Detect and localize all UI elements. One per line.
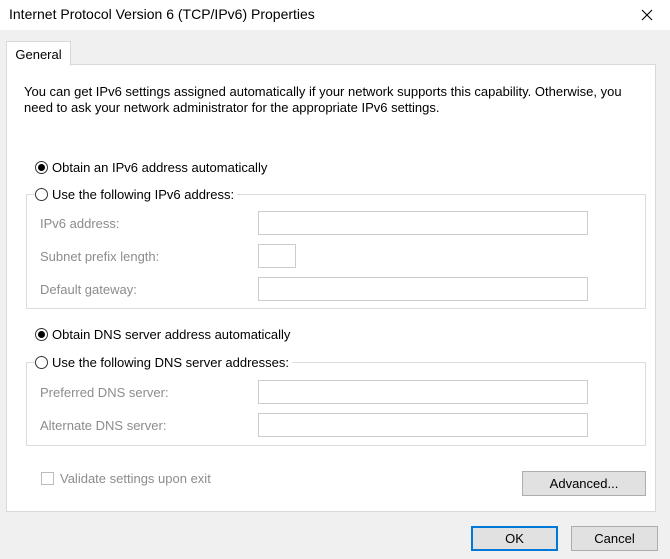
close-icon <box>641 9 653 21</box>
preferred-dns-label: Preferred DNS server: <box>40 385 169 400</box>
ipv6-address-label: IPv6 address: <box>40 216 120 231</box>
subnet-prefix-input[interactable] <box>258 244 296 268</box>
ipv6-manual-radio[interactable] <box>35 188 48 201</box>
advanced-button[interactable]: Advanced... <box>522 471 646 496</box>
alternate-dns-input[interactable] <box>258 413 588 437</box>
ipv6-auto-option[interactable]: Obtain an IPv6 address automatically <box>35 160 267 175</box>
title-bar: Internet Protocol Version 6 (TCP/IPv6) P… <box>0 0 670 30</box>
preferred-dns-input[interactable] <box>258 380 588 404</box>
ipv6-auto-radio[interactable] <box>35 161 48 174</box>
subnet-prefix-label: Subnet prefix length: <box>40 249 160 264</box>
description-text: You can get IPv6 settings assigned autom… <box>24 84 622 115</box>
tab-general-label: General <box>15 46 62 62</box>
dns-auto-radio[interactable] <box>35 328 48 341</box>
ipv6-auto-label: Obtain an IPv6 address automatically <box>52 160 268 175</box>
window-title: Internet Protocol Version 6 (TCP/IPv6) P… <box>9 6 315 22</box>
validate-option[interactable]: Validate settings upon exit <box>41 471 211 486</box>
alternate-dns-label: Alternate DNS server: <box>40 418 167 433</box>
ipv6-address-input[interactable] <box>258 211 588 235</box>
default-gateway-label: Default gateway: <box>40 282 137 297</box>
close-button[interactable] <box>624 0 670 30</box>
dns-manual-radio[interactable] <box>35 356 48 369</box>
ipv6-manual-label: Use the following IPv6 address: <box>52 187 235 202</box>
general-panel: You can get IPv6 settings assigned autom… <box>6 64 656 512</box>
dns-manual-label: Use the following DNS server addresses: <box>52 355 289 370</box>
dns-auto-option[interactable]: Obtain DNS server address automatically <box>35 327 290 342</box>
validate-label: Validate settings upon exit <box>60 471 211 486</box>
dns-auto-label: Obtain DNS server address automatically <box>52 327 291 342</box>
validate-checkbox[interactable] <box>41 472 54 485</box>
tab-general[interactable]: General <box>6 41 71 66</box>
cancel-button[interactable]: Cancel <box>571 526 658 551</box>
ipv6-manual-option[interactable]: Use the following IPv6 address: <box>35 187 238 202</box>
dns-manual-option[interactable]: Use the following DNS server addresses: <box>35 355 292 370</box>
default-gateway-input[interactable] <box>258 277 588 301</box>
ok-button[interactable]: OK <box>471 526 558 551</box>
